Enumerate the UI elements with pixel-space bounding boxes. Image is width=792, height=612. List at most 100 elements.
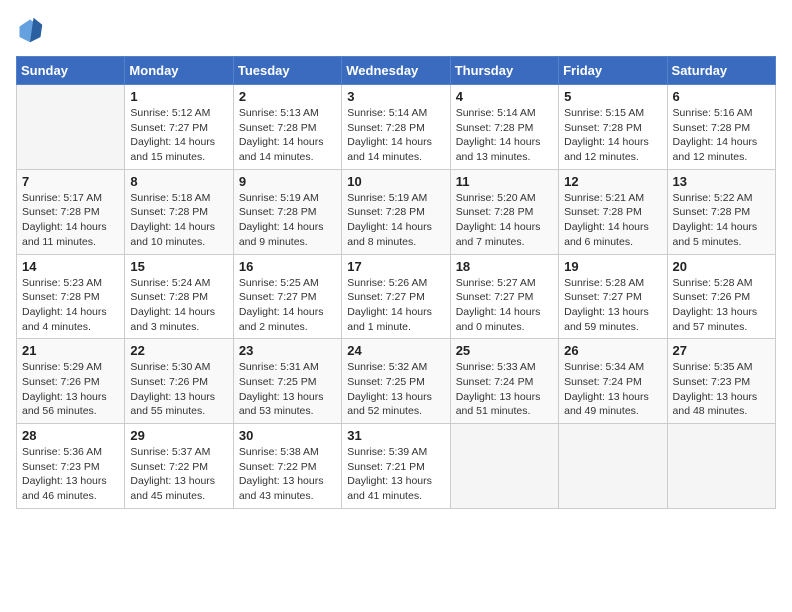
day-info: Sunrise: 5:25 AMSunset: 7:27 PMDaylight:… xyxy=(239,276,336,335)
day-number: 17 xyxy=(347,259,444,274)
weekday-header-tuesday: Tuesday xyxy=(233,57,341,85)
weekday-header-friday: Friday xyxy=(559,57,667,85)
calendar-cell: 16 Sunrise: 5:25 AMSunset: 7:27 PMDayligh… xyxy=(233,254,341,339)
day-number: 21 xyxy=(22,343,119,358)
day-number: 23 xyxy=(239,343,336,358)
calendar-cell: 23 Sunrise: 5:31 AMSunset: 7:25 PMDayligh… xyxy=(233,339,341,424)
day-info: Sunrise: 5:24 AMSunset: 7:28 PMDaylight:… xyxy=(130,276,227,335)
week-row-3: 14Sunrise: 5:23 AMSunset: 7:28 PMDayligh… xyxy=(17,254,776,339)
week-row-4: 21Sunrise: 5:29 AMSunset: 7:26 PMDayligh… xyxy=(17,339,776,424)
day-info: Sunrise: 5:30 AMSunset: 7:26 PMDaylight:… xyxy=(130,360,227,419)
day-info: Sunrise: 5:19 AMSunset: 7:28 PMDaylight:… xyxy=(239,191,336,250)
day-number: 28 xyxy=(22,428,119,443)
calendar-cell: 19 Sunrise: 5:28 AMSunset: 7:27 PMDayligh… xyxy=(559,254,667,339)
day-info: Sunrise: 5:23 AMSunset: 7:28 PMDaylight:… xyxy=(22,276,119,335)
day-number: 3 xyxy=(347,89,444,104)
day-number: 2 xyxy=(239,89,336,104)
day-info: Sunrise: 5:31 AMSunset: 7:25 PMDaylight:… xyxy=(239,360,336,419)
calendar-cell: 15 Sunrise: 5:24 AMSunset: 7:28 PMDayligh… xyxy=(125,254,233,339)
week-row-1: 1Sunrise: 5:12 AMSunset: 7:27 PMDaylight… xyxy=(17,85,776,170)
day-info: Sunrise: 5:27 AMSunset: 7:27 PMDaylight:… xyxy=(456,276,553,335)
calendar-cell: 26 Sunrise: 5:34 AMSunset: 7:24 PMDayligh… xyxy=(559,339,667,424)
day-number: 9 xyxy=(239,174,336,189)
day-number: 26 xyxy=(564,343,661,358)
day-info: Sunrise: 5:18 AMSunset: 7:28 PMDaylight:… xyxy=(130,191,227,250)
day-info: Sunrise: 5:34 AMSunset: 7:24 PMDaylight:… xyxy=(564,360,661,419)
logo-icon xyxy=(16,16,44,44)
day-number: 27 xyxy=(673,343,770,358)
day-info: Sunrise: 5:26 AMSunset: 7:27 PMDaylight:… xyxy=(347,276,444,335)
calendar-cell: 17 Sunrise: 5:26 AMSunset: 7:27 PMDayligh… xyxy=(342,254,450,339)
day-info: Sunrise: 5:16 AMSunset: 7:28 PMDaylight:… xyxy=(673,106,770,165)
day-info: Sunrise: 5:32 AMSunset: 7:25 PMDaylight:… xyxy=(347,360,444,419)
day-info: Sunrise: 5:38 AMSunset: 7:22 PMDaylight:… xyxy=(239,445,336,504)
day-info: Sunrise: 5:13 AMSunset: 7:28 PMDaylight:… xyxy=(239,106,336,165)
weekday-header-row: SundayMondayTuesdayWednesdayThursdayFrid… xyxy=(17,57,776,85)
day-info: Sunrise: 5:39 AMSunset: 7:21 PMDaylight:… xyxy=(347,445,444,504)
calendar-cell: 31 Sunrise: 5:39 AMSunset: 7:21 PMDayligh… xyxy=(342,424,450,509)
calendar-cell: 6 Sunrise: 5:16 AMSunset: 7:28 PMDaylight… xyxy=(667,85,775,170)
day-info: Sunrise: 5:17 AMSunset: 7:28 PMDaylight:… xyxy=(22,191,119,250)
day-info: Sunrise: 5:19 AMSunset: 7:28 PMDaylight:… xyxy=(347,191,444,250)
calendar-cell: 28 Sunrise: 5:36 AMSunset: 7:23 PMDayligh… xyxy=(17,424,125,509)
day-number: 29 xyxy=(130,428,227,443)
day-number: 24 xyxy=(347,343,444,358)
weekday-header-wednesday: Wednesday xyxy=(342,57,450,85)
calendar-cell: 11 Sunrise: 5:20 AMSunset: 7:28 PMDayligh… xyxy=(450,169,558,254)
day-number: 16 xyxy=(239,259,336,274)
logo xyxy=(16,16,48,44)
calendar-cell: 14Sunrise: 5:23 AMSunset: 7:28 PMDayligh… xyxy=(17,254,125,339)
day-info: Sunrise: 5:36 AMSunset: 7:23 PMDaylight:… xyxy=(22,445,119,504)
day-info: Sunrise: 5:15 AMSunset: 7:28 PMDaylight:… xyxy=(564,106,661,165)
day-info: Sunrise: 5:14 AMSunset: 7:28 PMDaylight:… xyxy=(456,106,553,165)
week-row-5: 28 Sunrise: 5:36 AMSunset: 7:23 PMDayligh… xyxy=(17,424,776,509)
calendar-cell: 1Sunrise: 5:12 AMSunset: 7:27 PMDaylight… xyxy=(125,85,233,170)
calendar-cell: 10 Sunrise: 5:19 AMSunset: 7:28 PMDayligh… xyxy=(342,169,450,254)
day-info: Sunrise: 5:12 AMSunset: 7:27 PMDaylight:… xyxy=(130,106,227,165)
day-number: 4 xyxy=(456,89,553,104)
day-number: 11 xyxy=(456,174,553,189)
day-number: 6 xyxy=(673,89,770,104)
day-info: Sunrise: 5:21 AMSunset: 7:28 PMDaylight:… xyxy=(564,191,661,250)
day-number: 13 xyxy=(673,174,770,189)
calendar-cell xyxy=(17,85,125,170)
day-info: Sunrise: 5:20 AMSunset: 7:28 PMDaylight:… xyxy=(456,191,553,250)
calendar: SundayMondayTuesdayWednesdayThursdayFrid… xyxy=(16,56,776,509)
day-number: 15 xyxy=(130,259,227,274)
day-info: Sunrise: 5:33 AMSunset: 7:24 PMDaylight:… xyxy=(456,360,553,419)
day-number: 20 xyxy=(673,259,770,274)
day-number: 19 xyxy=(564,259,661,274)
calendar-cell xyxy=(559,424,667,509)
weekday-header-monday: Monday xyxy=(125,57,233,85)
day-number: 7 xyxy=(22,174,119,189)
day-number: 10 xyxy=(347,174,444,189)
day-number: 31 xyxy=(347,428,444,443)
weekday-header-thursday: Thursday xyxy=(450,57,558,85)
calendar-cell: 9 Sunrise: 5:19 AMSunset: 7:28 PMDaylight… xyxy=(233,169,341,254)
day-info: Sunrise: 5:28 AMSunset: 7:26 PMDaylight:… xyxy=(673,276,770,335)
day-info: Sunrise: 5:14 AMSunset: 7:28 PMDaylight:… xyxy=(347,106,444,165)
week-row-2: 7 Sunrise: 5:17 AMSunset: 7:28 PMDaylight… xyxy=(17,169,776,254)
calendar-cell: 8 Sunrise: 5:18 AMSunset: 7:28 PMDaylight… xyxy=(125,169,233,254)
day-info: Sunrise: 5:22 AMSunset: 7:28 PMDaylight:… xyxy=(673,191,770,250)
calendar-cell: 22 Sunrise: 5:30 AMSunset: 7:26 PMDayligh… xyxy=(125,339,233,424)
day-number: 8 xyxy=(130,174,227,189)
day-info: Sunrise: 5:35 AMSunset: 7:23 PMDaylight:… xyxy=(673,360,770,419)
calendar-cell: 29Sunrise: 5:37 AMSunset: 7:22 PMDayligh… xyxy=(125,424,233,509)
calendar-cell: 4 Sunrise: 5:14 AMSunset: 7:28 PMDaylight… xyxy=(450,85,558,170)
calendar-cell: 3 Sunrise: 5:14 AMSunset: 7:28 PMDaylight… xyxy=(342,85,450,170)
day-number: 12 xyxy=(564,174,661,189)
calendar-cell: 7 Sunrise: 5:17 AMSunset: 7:28 PMDaylight… xyxy=(17,169,125,254)
calendar-cell: 2 Sunrise: 5:13 AMSunset: 7:28 PMDaylight… xyxy=(233,85,341,170)
calendar-cell: 5Sunrise: 5:15 AMSunset: 7:28 PMDaylight… xyxy=(559,85,667,170)
page-header xyxy=(16,16,776,44)
day-number: 22 xyxy=(130,343,227,358)
calendar-cell: 12 Sunrise: 5:21 AMSunset: 7:28 PMDayligh… xyxy=(559,169,667,254)
weekday-header-saturday: Saturday xyxy=(667,57,775,85)
calendar-cell: 20 Sunrise: 5:28 AMSunset: 7:26 PMDayligh… xyxy=(667,254,775,339)
calendar-cell: 13 Sunrise: 5:22 AMSunset: 7:28 PMDayligh… xyxy=(667,169,775,254)
day-number: 25 xyxy=(456,343,553,358)
calendar-cell: 21Sunrise: 5:29 AMSunset: 7:26 PMDayligh… xyxy=(17,339,125,424)
day-info: Sunrise: 5:28 AMSunset: 7:27 PMDaylight:… xyxy=(564,276,661,335)
calendar-cell: 24 Sunrise: 5:32 AMSunset: 7:25 PMDayligh… xyxy=(342,339,450,424)
